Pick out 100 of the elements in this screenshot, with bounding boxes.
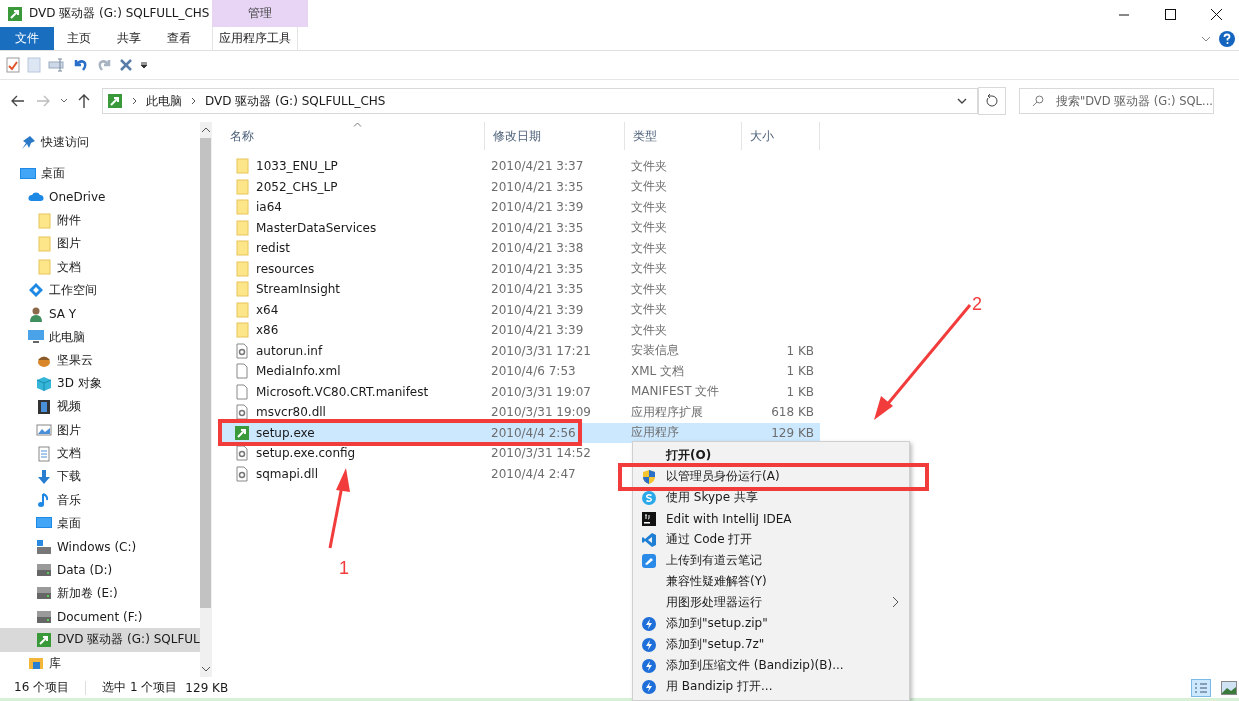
column-header[interactable]: 修改日期 (485, 122, 625, 150)
recent-locations-icon[interactable] (60, 98, 68, 104)
file-row[interactable]: 2052_CHS_LP 2010/4/21 3:35 文件夹 (222, 176, 820, 197)
nav-item[interactable]: 音乐 (0, 488, 200, 512)
file-type: 安装信息 (631, 343, 679, 358)
undo-icon[interactable] (73, 57, 89, 73)
menu-item[interactable]: Edit with IntelliJ IDEA (633, 508, 909, 529)
file-row[interactable]: Microsoft.VC80.CRT.manifest 2010/3/31 19:07 MANIFEST 文件 1 KB (222, 381, 820, 402)
up-icon[interactable] (77, 93, 91, 109)
nav-item[interactable]: SA Y (0, 302, 200, 326)
cube-icon (36, 375, 52, 392)
modified-date: 2010/4/21 3:35 (491, 220, 584, 235)
file-type: 应用程序 (631, 425, 679, 440)
file-row[interactable]: ia64 2010/4/21 3:39 文件夹 (222, 197, 820, 218)
file-row[interactable]: 1033_ENU_LP 2010/4/21 3:37 文件夹 (222, 156, 820, 177)
menu-item[interactable]: 添加到"setup.7z" (633, 634, 909, 655)
menu-item[interactable]: 添加到压缩文件 (Bandizip)(B)... (633, 655, 909, 676)
search-field[interactable]: 搜索"DVD 驱动器 (G:) SQL... (1019, 88, 1214, 114)
nav-item[interactable]: 快速访问 (0, 131, 200, 155)
file-type: 文件夹 (631, 281, 667, 296)
scroll-up-icon[interactable] (199, 125, 212, 135)
details-view-icon[interactable] (1191, 678, 1211, 697)
video-icon (36, 398, 52, 415)
refresh-icon[interactable] (978, 87, 1006, 115)
menu-item[interactable]: 以管理员身份运行(A) (633, 466, 909, 487)
nav-item[interactable]: 视频 (0, 395, 200, 419)
file-row[interactable]: StreamInsight 2010/4/21 3:35 文件夹 (222, 279, 820, 300)
rename-icon[interactable] (48, 57, 66, 73)
modified-date: 2010/3/31 19:09 (491, 405, 591, 420)
menu-item[interactable]: 兼容性疑难解答(Y) (633, 571, 909, 592)
nav-item[interactable]: OneDrive (0, 185, 200, 209)
file-row[interactable]: redist 2010/4/21 3:38 文件夹 (222, 238, 820, 259)
menu-item[interactable]: 打开(O) (633, 445, 909, 466)
scroll-down-icon[interactable] (199, 664, 212, 674)
menu-item[interactable]: 用 Bandizip 打开... (633, 676, 909, 697)
back-icon[interactable] (10, 93, 26, 109)
menu-item[interactable]: 添加到"setup.zip" (633, 613, 909, 634)
delete-icon[interactable] (119, 58, 133, 72)
modified-date: 2010/4/21 3:35 (491, 282, 584, 297)
menu-item[interactable]: 上传到有道云笔记 (633, 550, 909, 571)
customize-icon[interactable] (140, 61, 148, 69)
dropdown-icon[interactable] (957, 98, 967, 104)
file-name: x64 (256, 302, 279, 317)
nav-item[interactable]: 文档 (0, 441, 200, 466)
nav-item[interactable]: 桌面 (0, 162, 200, 186)
search-icon (1032, 95, 1044, 107)
file-type: 文件夹 (631, 179, 667, 194)
note-icon (641, 552, 657, 569)
chevron-icon[interactable] (1201, 35, 1211, 42)
nav-item[interactable]: 图片 (0, 418, 200, 442)
nav-item[interactable]: 3D 对象 (0, 371, 200, 396)
nav-item[interactable]: 下载 (0, 465, 200, 489)
address-bar[interactable]: 此电脑 DVD 驱动器 (G:) SQLFULL_CHS (102, 88, 978, 114)
column-header[interactable]: 名称 (222, 122, 485, 150)
column-header[interactable]: 大小 (742, 122, 820, 150)
menu-item[interactable]: 使用 Skype 共享 (633, 487, 909, 508)
file-size: 1 KB (786, 364, 814, 379)
file-row[interactable]: MediaInfo.xml 2010/4/6 7:53 XML 文档 1 KB (222, 361, 820, 382)
nav-item[interactable]: 坚果云 (0, 348, 200, 372)
file-row[interactable]: x86 2010/4/21 3:39 文件夹 (222, 320, 820, 341)
nav-item[interactable]: 此电脑 (0, 325, 200, 349)
file-size: 1 KB (786, 384, 814, 399)
tiles-view-icon[interactable] (1221, 680, 1237, 695)
menu-item[interactable]: 用图形处理器运行 (633, 592, 909, 613)
file-row[interactable]: msvcr80.dll 2010/3/31 19:09 应用程序扩展 618 KB (222, 402, 820, 423)
nav-item[interactable]: 文档 (0, 255, 200, 279)
scrollbar-thumb[interactable] (200, 138, 212, 608)
column-header[interactable]: 类型 (625, 122, 742, 150)
nav-item[interactable]: 图片 (0, 232, 200, 256)
ide-icon (641, 510, 657, 527)
breadcrumb[interactable]: 此电脑 (146, 92, 182, 110)
ribbon-tab[interactable]: 共享 (104, 27, 154, 50)
file-row[interactable]: resources 2010/4/21 3:35 文件夹 (222, 258, 820, 279)
archive-icon (641, 636, 657, 653)
file-name: msvcr80.dll (256, 405, 326, 420)
help-icon[interactable] (1219, 30, 1235, 47)
nav-item[interactable]: Document (F:) (0, 604, 200, 629)
folder-icon (234, 301, 250, 318)
download-icon (36, 468, 52, 485)
properties-icon[interactable] (6, 57, 20, 73)
nav-item[interactable]: 工作空间 (0, 278, 200, 303)
step-number: 1 (339, 558, 349, 578)
ribbon-tab[interactable]: 查看 (154, 27, 204, 50)
file-tab[interactable]: 文件 (0, 27, 54, 50)
file-row[interactable]: x64 2010/4/21 3:39 文件夹 (222, 299, 820, 320)
nav-item[interactable]: DVD 驱动器 (G:) SQLFUL (0, 628, 200, 652)
file-row[interactable]: MasterDataServices 2010/4/21 3:35 文件夹 (222, 217, 820, 238)
nav-item[interactable]: Windows (C:) (0, 535, 200, 559)
nav-item[interactable]: 新加卷 (E:) (0, 581, 200, 605)
nav-item[interactable]: Data (D:) (0, 558, 200, 582)
file-row[interactable]: autorun.inf 2010/3/31 17:21 安装信息 1 KB (222, 340, 820, 361)
nav-item[interactable]: 附件 (0, 208, 200, 233)
breadcrumb[interactable]: DVD 驱动器 (G:) SQLFULL_CHS (205, 92, 386, 110)
nav-item[interactable]: 桌面 (0, 511, 200, 536)
menu-item[interactable]: 通过 Code 打开 (633, 529, 909, 550)
file-name: 1033_ENU_LP (256, 159, 338, 174)
file-type: 文件夹 (631, 199, 667, 214)
ribbon-tab[interactable]: 主页 (54, 27, 104, 50)
file-icon (234, 363, 250, 380)
nav-item[interactable]: 库 (0, 651, 200, 675)
